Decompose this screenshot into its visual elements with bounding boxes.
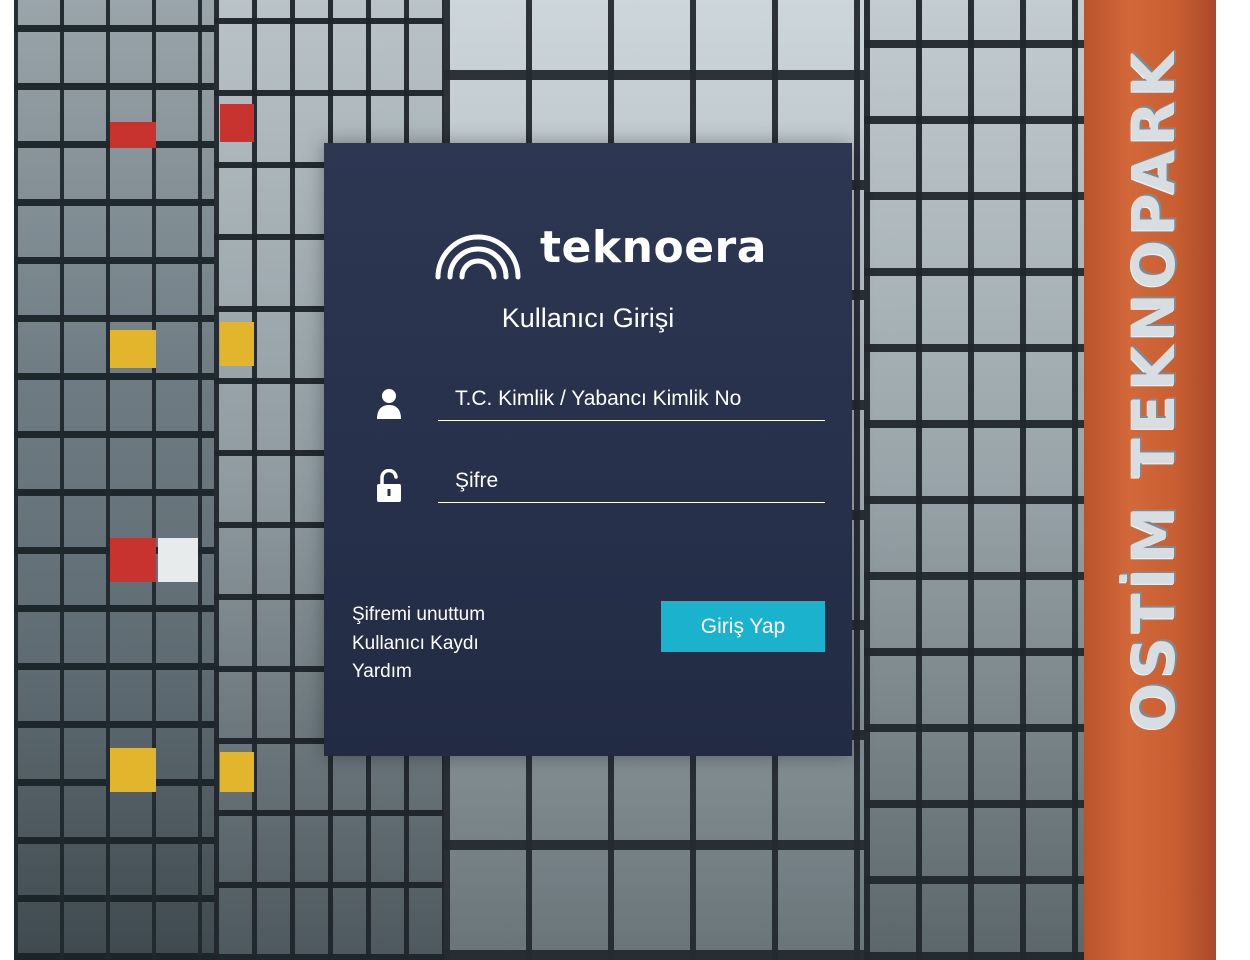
forgot-password-link[interactable]: Şifremi unuttum	[352, 601, 485, 630]
window-accent	[158, 538, 198, 582]
window-accent	[110, 538, 156, 582]
login-panel: teknoera Kullanıcı Girişi Şifremi unuttu…	[324, 143, 852, 756]
password-field-row	[324, 459, 852, 519]
help-links: Şifremi unuttum Kullanıcı Kaydı Yardım	[352, 601, 485, 687]
register-link[interactable]: Kullanıcı Kaydı	[352, 630, 485, 659]
window-accent	[110, 330, 156, 368]
page-title: Kullanıcı Girişi	[501, 303, 675, 333]
id-field-row	[324, 377, 852, 437]
arc-logo-icon	[435, 234, 521, 280]
window-accent	[110, 748, 156, 792]
user-icon	[377, 389, 401, 419]
window-accent	[220, 104, 254, 142]
help-link[interactable]: Yardım	[352, 658, 485, 687]
window-accent	[220, 322, 254, 366]
window-accent	[110, 122, 156, 148]
unlock-icon	[377, 469, 401, 502]
brand-name: teknoera	[540, 222, 767, 273]
window-accent	[220, 752, 254, 792]
login-button[interactable]: Giriş Yap	[661, 601, 825, 652]
password-input[interactable]	[438, 459, 825, 503]
id-number-input[interactable]	[438, 377, 825, 421]
building-facade-right	[864, 0, 1084, 960]
building-sign: OSTİM TEKNOPARK	[1120, 48, 1188, 732]
